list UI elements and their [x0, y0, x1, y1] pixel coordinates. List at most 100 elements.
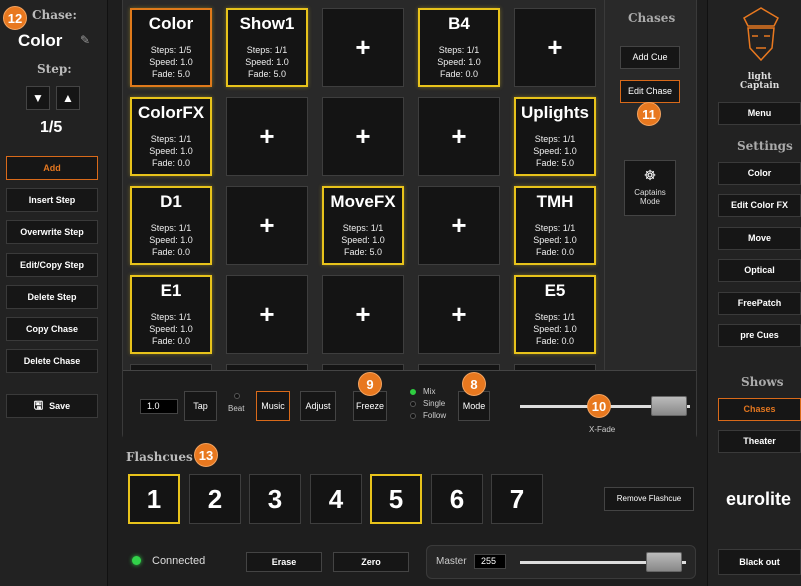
add-step-button[interactable]: Add [6, 156, 98, 180]
erase-button[interactable]: Erase [246, 552, 322, 572]
empty-tile-plus[interactable]: + [514, 8, 596, 87]
settings-optical-button[interactable]: Optical [718, 259, 801, 282]
tile-fade: Fade: 5.0 [535, 158, 575, 168]
chase-name: Color [18, 31, 63, 50]
chase-tile-b4[interactable]: B4 Steps: 1/1 Speed: 1.0 Fade: 0.0 [418, 8, 500, 87]
empty-tile-plus[interactable]: + [418, 186, 500, 265]
overwrite-step-button[interactable]: Overwrite Step [6, 220, 98, 244]
master-value[interactable]: 255 [474, 554, 506, 569]
flashcue-2[interactable]: 2 [189, 474, 241, 524]
empty-tile-plus[interactable]: + [322, 97, 404, 176]
tile-steps: Steps: 1/1 [342, 223, 384, 233]
tile-fade: Fade: 0.0 [535, 247, 575, 257]
flashcue-6[interactable]: 6 [431, 474, 483, 524]
chase-tile-movefx[interactable]: MoveFX Steps: 1/1 Speed: 1.0 Fade: 5.0 [322, 186, 404, 265]
tile-speed: Speed: 1.0 [149, 235, 193, 245]
settings-color-button[interactable]: Color [718, 162, 801, 185]
flashcue-3[interactable]: 3 [249, 474, 301, 524]
tile-name: D1 [160, 192, 182, 211]
tile-speed: Speed: 1.0 [533, 146, 577, 156]
tile-steps: Steps: 1/1 [534, 312, 576, 322]
shows-theater-button[interactable]: Theater [718, 430, 801, 453]
step-down-button[interactable]: ▼ [26, 86, 50, 110]
settings-pre-cues-button[interactable]: pre Cues [718, 324, 801, 347]
remove-flashcue-button[interactable]: Remove Flashcue [604, 487, 694, 511]
edit-chase-button[interactable]: Edit Chase [620, 80, 680, 103]
tile-speed: Speed: 1.0 [533, 235, 577, 245]
settings-edit-color-fx-button[interactable]: Edit Color FX [718, 194, 801, 217]
master-slider-thumb[interactable] [646, 552, 682, 572]
callout-badge-10: 10 [587, 394, 611, 418]
follow-radio[interactable] [410, 413, 416, 419]
chase-tile-d1[interactable]: D1 Steps: 1/1 Speed: 1.0 Fade: 0.0 [130, 186, 212, 265]
flashcue-1[interactable]: 1 [128, 474, 180, 524]
shows-chases-button[interactable]: Chases [718, 398, 801, 421]
beat-indicator [234, 393, 240, 399]
xfade-slider-thumb[interactable] [651, 396, 687, 416]
flashcue-5[interactable]: 5 [370, 474, 422, 524]
edit-copy-step-button[interactable]: Edit/Copy Step [6, 253, 98, 277]
chase-tile-e5[interactable]: E5 Steps: 1/1 Speed: 1.0 Fade: 0.0 [514, 275, 596, 354]
save-label: Save [49, 401, 71, 411]
tile-speed: Speed: 1.0 [533, 324, 577, 334]
chase-tile-uplights[interactable]: Uplights Steps: 1/1 Speed: 1.0 Fade: 5.0 [514, 97, 596, 176]
captains-mode-button[interactable]: ☸ Captains Mode [624, 160, 676, 216]
empty-tile-plus[interactable]: + [418, 97, 500, 176]
save-button[interactable]: 🖫 Save [6, 394, 98, 418]
copy-chase-button[interactable]: Copy Chase [6, 317, 98, 341]
captains-label: Captains [634, 188, 666, 197]
flashcue-7[interactable]: 7 [491, 474, 543, 524]
zero-button[interactable]: Zero [333, 552, 409, 572]
tile-speed: Speed: 1.0 [341, 235, 385, 245]
callout-badge-8: 8 [462, 372, 486, 396]
step-up-button[interactable]: ▲ [56, 86, 80, 110]
chase-tile-e1[interactable]: E1 Steps: 1/1 Speed: 1.0 Fade: 0.0 [130, 275, 212, 354]
add-cue-button[interactable]: Add Cue [620, 46, 680, 69]
single-radio[interactable] [410, 401, 416, 407]
shows-title: Shows [741, 375, 784, 389]
logo-line-2: Captain [740, 81, 780, 91]
mix-radio[interactable] [410, 389, 416, 395]
tile-fade: Fade: 5.0 [151, 69, 191, 79]
delete-chase-button[interactable]: Delete Chase [6, 349, 98, 373]
step-label: Step: [37, 62, 72, 76]
flashcue-4[interactable]: 4 [310, 474, 362, 524]
callout-badge-12: 12 [3, 6, 27, 30]
delete-step-button[interactable]: Delete Step [6, 285, 98, 309]
menu-button[interactable]: Menu [718, 102, 801, 125]
chase-tile-show1[interactable]: Show1 Steps: 1/1 Speed: 1.0 Fade: 5.0 [226, 8, 308, 87]
tile-name: ColorFX [137, 103, 205, 122]
beat-label: Beat [228, 404, 245, 413]
empty-tile-plus[interactable]: + [226, 275, 308, 354]
empty-tile-plus[interactable]: + [322, 275, 404, 354]
settings-freepatch-button[interactable]: FreePatch [718, 292, 801, 315]
music-button[interactable]: Music [256, 391, 290, 421]
tile-speed: Speed: 1.0 [437, 57, 481, 67]
edit-pencil-icon[interactable]: ✎ [80, 33, 90, 47]
light-captain-logo-icon [738, 4, 784, 70]
callout-badge-11: 11 [637, 102, 661, 126]
panel-divider [604, 0, 605, 370]
chase-tile-tmh[interactable]: TMH Steps: 1/1 Speed: 1.0 Fade: 0.0 [514, 186, 596, 265]
eurolite-brand: eurolite [726, 489, 792, 509]
tile-fade: Fade: 0.0 [151, 158, 191, 168]
tile-steps: Steps: 1/1 [150, 312, 192, 322]
insert-step-button[interactable]: Insert Step [6, 188, 98, 212]
tile-steps: Steps: 1/5 [150, 45, 192, 55]
tile-name: Color [148, 14, 194, 33]
chase-tile-color[interactable]: Color Steps: 1/5 Speed: 1.0 Fade: 5.0 [130, 8, 212, 87]
empty-tile-plus[interactable]: + [322, 8, 404, 87]
blackout-button[interactable]: Black out [718, 549, 801, 575]
adjust-button[interactable]: Adjust [300, 391, 336, 421]
tile-fade: Fade: 0.0 [151, 247, 191, 257]
chase-tile-colorfx[interactable]: ColorFX Steps: 1/1 Speed: 1.0 Fade: 0.0 [130, 97, 212, 176]
empty-tile-plus[interactable]: + [418, 275, 500, 354]
settings-move-button[interactable]: Move [718, 227, 801, 250]
connection-status-icon [132, 556, 141, 565]
empty-tile-plus[interactable]: + [226, 97, 308, 176]
bpm-field[interactable]: 1.0 [140, 399, 178, 414]
empty-tile-plus[interactable]: + [226, 186, 308, 265]
tap-button[interactable]: Tap [184, 391, 217, 421]
tile-fade: Fade: 0.0 [439, 69, 479, 79]
logo-text: light Captain [740, 73, 779, 91]
